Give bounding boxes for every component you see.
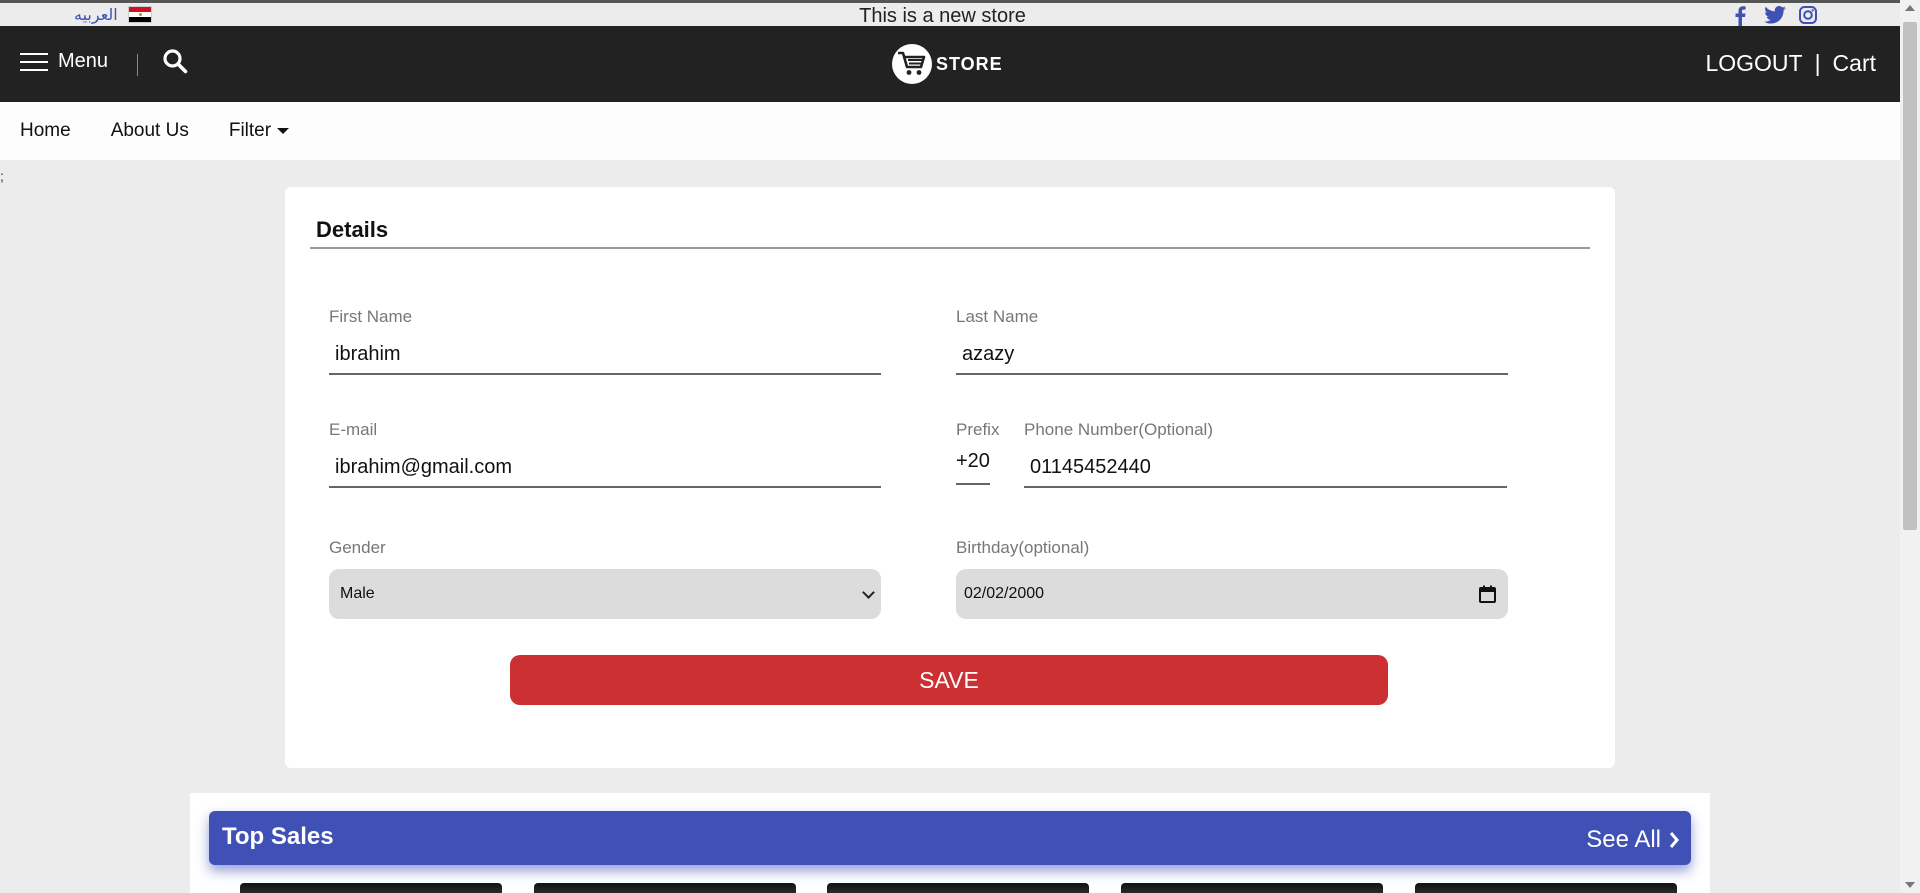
see-all-label: See All	[1586, 826, 1661, 853]
birthday-label: Birthday(optional)	[956, 538, 1090, 557]
gender-select[interactable]: Male	[329, 569, 881, 619]
calendar-icon[interactable]	[1479, 585, 1496, 608]
social-links	[1730, 6, 1818, 27]
save-button[interactable]: SAVE	[510, 655, 1388, 705]
details-title: Details	[316, 217, 389, 242]
birthday-value: 02/02/2000	[964, 585, 1045, 602]
scroll-down-arrow-icon[interactable]	[1905, 882, 1915, 888]
birthday-input[interactable]: 02/02/2000	[956, 569, 1508, 619]
announcement-text: This is a new store	[859, 5, 1026, 27]
product-card[interactable]	[827, 883, 1089, 893]
phone-input[interactable]	[1024, 448, 1507, 488]
chevron-right-icon	[1669, 832, 1679, 848]
nav-about-us[interactable]: About Us	[111, 120, 189, 142]
product-card[interactable]	[534, 883, 796, 893]
see-all-link[interactable]: See All	[1586, 826, 1679, 854]
details-card: Details First Name Last Name E-mail Pref…	[285, 187, 1615, 768]
scroll-thumb[interactable]	[1903, 22, 1917, 530]
nav-filter-label: Filter	[228, 120, 272, 141]
email-label: E-mail	[329, 420, 378, 439]
top-sales-section: Top Sales See All	[190, 793, 1710, 893]
email-input[interactable]	[329, 448, 881, 488]
first-name-label: First Name	[329, 307, 413, 326]
search-icon[interactable]	[162, 48, 188, 74]
facebook-icon[interactable]	[1730, 6, 1750, 27]
title-divider	[310, 247, 1590, 249]
caret-down-icon	[277, 128, 290, 134]
twitter-icon[interactable]	[1764, 6, 1786, 26]
phone-prefix: +20	[956, 445, 990, 485]
menu-button[interactable]: Menu	[20, 50, 108, 73]
auth-separator: |	[1814, 50, 1821, 76]
first-name-input[interactable]	[329, 335, 881, 375]
nav-home[interactable]: Home	[20, 120, 71, 142]
store-logo[interactable]: STORE	[892, 44, 1003, 84]
stray-text: ;	[0, 168, 4, 184]
gender-value: Male	[340, 585, 375, 602]
auth-links: LOGOUT | Cart	[1705, 50, 1876, 77]
cart-logo-icon	[892, 44, 932, 84]
hamburger-icon	[20, 52, 48, 71]
cart-link[interactable]: Cart	[1833, 50, 1876, 77]
top-sales-title: Top Sales	[222, 823, 334, 850]
site-header: Menu STORE LOGOUT | Cart	[0, 26, 1900, 102]
last-name-input[interactable]	[956, 335, 1508, 375]
instagram-icon[interactable]	[1798, 6, 1818, 26]
header-divider	[137, 54, 138, 76]
announcement-bar: العربيه This is a new store	[0, 0, 1900, 27]
main-nav: Home About Us Filter	[0, 102, 1900, 160]
gender-label: Gender	[329, 538, 386, 557]
scroll-up-arrow-icon[interactable]	[1905, 5, 1915, 11]
product-card[interactable]	[1121, 883, 1383, 893]
nav-filter[interactable]: Filter	[228, 120, 290, 142]
last-name-label: Last Name	[956, 307, 1039, 326]
prefix-label: Prefix	[956, 420, 1000, 439]
chevron-down-icon	[862, 586, 875, 599]
top-sales-header: Top Sales See All	[209, 811, 1691, 865]
phone-label: Phone Number(Optional)	[1024, 420, 1213, 439]
logout-link[interactable]: LOGOUT	[1705, 50, 1802, 77]
logo-text: STORE	[936, 53, 1003, 74]
page-scrollbar[interactable]	[1900, 0, 1920, 893]
menu-label: Menu	[58, 50, 109, 72]
product-card[interactable]	[1415, 883, 1677, 893]
product-card[interactable]	[240, 883, 502, 893]
